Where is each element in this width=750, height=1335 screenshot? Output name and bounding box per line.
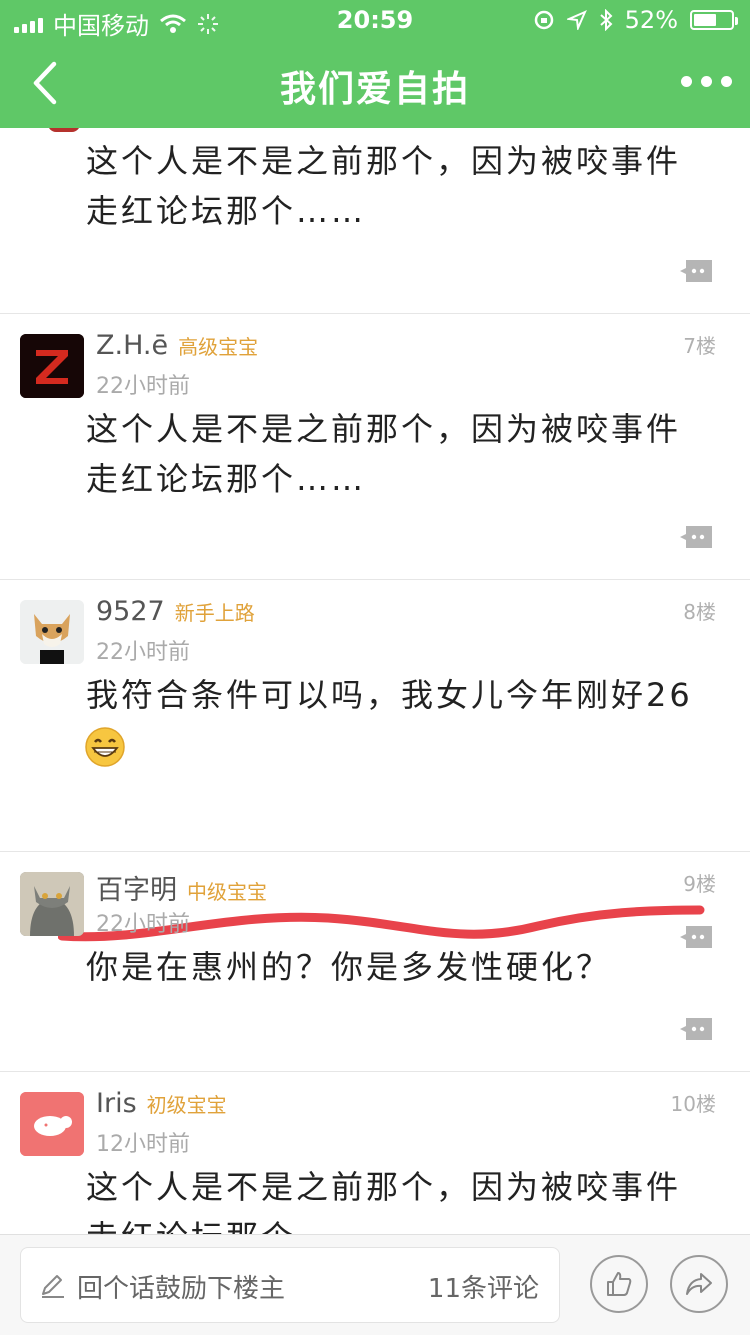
comment-item: 9527 新手上路 22小时前 8楼 我符合条件可以吗，我女儿今年刚好26 [0,580,750,948]
comment-item: Z.H.ē 高级宝宝 22小时前 7楼 这个人是不是之前那个，因为被咬事件走红论… [0,314,750,580]
bottom-bar: 回个话鼓励下楼主 11条评论 [0,1234,750,1335]
share-button[interactable] [670,1255,728,1313]
comment-item: Iris 初级宝宝 12小时前 10楼 这个人是不是之前那个，因为被咬事件走红论… [0,1072,750,1234]
username[interactable]: Z.H.ē [96,330,168,361]
comment-placeholder: 回个话鼓励下楼主 [77,1274,286,1304]
comment-count[interactable]: 11条评论 [428,1268,539,1305]
comment-content: 这个人是不是之前那个，因为被咬事件走红论坛那个…… [86,1168,682,1234]
user-info: Z.H.ē 高级宝宝 [96,330,258,361]
status-right: 52% [533,6,738,34]
post-time: 22小时前 [96,640,190,665]
avatar[interactable] [20,334,84,398]
floor-number: 9楼 [683,872,716,896]
floor-number: 7楼 [683,334,716,358]
comment-content: 你是在惠州的？你是多发性硬化？ [86,948,612,986]
avatar[interactable] [20,1092,84,1156]
pen-icon [42,1275,64,1298]
username[interactable]: 9527 [96,596,165,627]
comment-feed[interactable]: 这个人是不是之前那个，因为被咬事件走红论坛那个…… Z.H.ē 高级宝宝 22小… [0,128,750,1234]
location-icon [566,10,587,30]
more-icon[interactable] [681,76,732,87]
user-rank: 高级宝宝 [178,335,259,359]
user-info: Iris 初级宝宝 [96,1088,227,1119]
page-title: 我们爱自拍 [279,69,470,110]
reply-icon[interactable] [680,1016,714,1042]
user-rank: 新手上路 [174,601,255,625]
reply-icon[interactable] [680,258,714,284]
comment-item: 百字明 中级宝宝 22小时前 9楼 你是在惠州的？你是多发性硬化？ [0,852,750,1072]
grin-emoji-icon [85,727,125,767]
comment-content: 我符合条件可以吗，我女儿今年刚好26 [86,676,693,714]
status-bar: 中国移动 20:59 52% [0,0,750,40]
lock-rotation-icon [534,10,553,30]
bluetooth-icon [599,9,613,31]
floor-number: 8楼 [683,600,716,624]
comment-content: 这个人是不是之前那个，因为被咬事件走红论坛那个…… [86,142,682,230]
user-rank: 中级宝宝 [187,880,267,904]
like-button[interactable] [590,1255,648,1313]
comment-content: 这个人是不是之前那个，因为被咬事件走红论坛那个…… [86,410,682,498]
username[interactable]: 百字明 [96,868,177,907]
share-icon [686,1273,712,1295]
comment-input[interactable]: 回个话鼓励下楼主 11条评论 [20,1247,560,1323]
battery-percent: 52% [624,6,678,34]
avatar [48,128,80,132]
battery-icon [690,10,738,30]
post-time: 12小时前 [96,1132,190,1157]
user-info: 百字明 中级宝宝 [96,868,267,907]
reply-icon[interactable] [680,524,714,550]
avatar[interactable] [20,872,84,936]
floor-number: 10楼 [670,1092,716,1116]
post-time: 22小时前 [96,374,190,399]
comment-item: 这个人是不是之前那个，因为被咬事件走红论坛那个…… [0,128,750,314]
nav-bar: 我们爱自拍 [0,40,750,128]
username[interactable]: Iris [96,1088,137,1119]
user-rank: 初级宝宝 [146,1093,227,1117]
app-header: 中国移动 20:59 52% 我们爱自拍 [0,0,750,128]
user-info: 9527 新手上路 [96,596,255,627]
thumbs-up-icon [607,1272,632,1296]
avatar[interactable] [20,600,84,664]
post-time: 22小时前 [96,912,190,937]
